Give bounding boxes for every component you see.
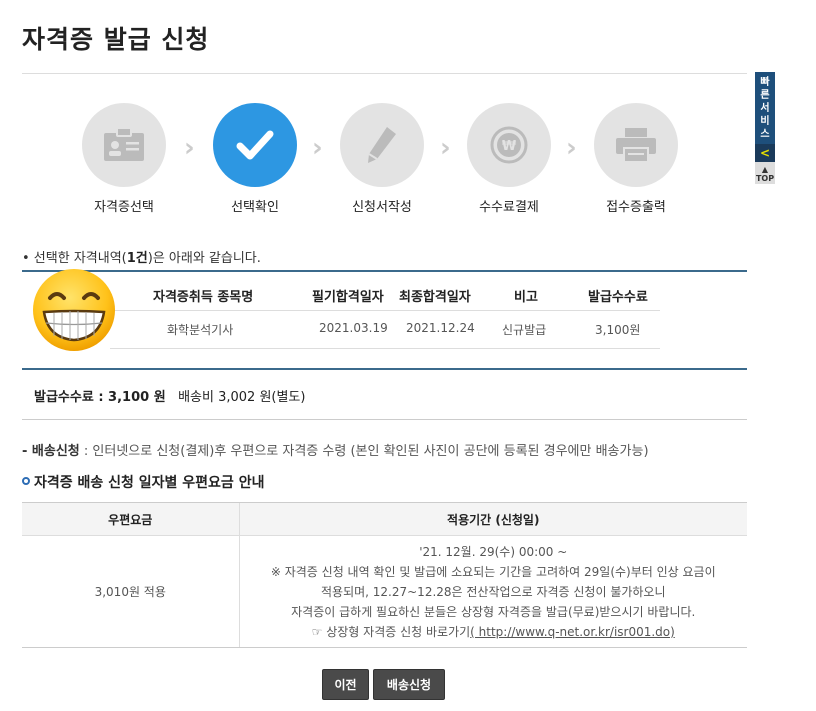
selection-summary: • 선택한 자격내역(1건)은 아래와 같습니다. (22, 247, 261, 266)
step-2: 선택확인 (213, 103, 297, 215)
pencil-icon (340, 103, 424, 187)
checkmark-icon (213, 103, 297, 187)
step-label: 신청서작성 (352, 200, 412, 215)
section-title: 자격증 배송 신청 일자별 우편요금 안내 (22, 472, 264, 492)
summary-prefix: • 선택한 자격내역( (22, 251, 127, 266)
fee-summary: 발급수수료 : 3,100 원 배송비 3,002 원(별도) (34, 386, 305, 405)
delivery-text: : 인터넷으로 신청(결제)후 우편으로 자격증 수령 (본인 확인된 사진이 … (79, 444, 649, 459)
fee-cell: 3,100원 (595, 323, 641, 337)
grinning-emoji-icon (33, 269, 115, 351)
delivery-label: - 배송신청 (22, 444, 80, 459)
title-divider (22, 73, 747, 74)
fee-label: 발급수수료 : 3,100 원 (34, 390, 166, 405)
step-label: 자격증선택 (94, 200, 154, 215)
period-line: 자격증이 급하게 필요하신 분들은 상장형 자격증을 발급(무료)받으시기 바랍… (291, 604, 696, 619)
header-period: 적용기간 (신청일) (238, 502, 747, 536)
header-cert-name: 자격증취득 종목명 (153, 290, 254, 305)
chevron-right-icon: › (566, 133, 577, 163)
step-1: 자격증선택 (82, 103, 166, 215)
delivery-apply-button[interactable]: 배송신청 (373, 669, 445, 700)
won-coin-icon: ₩ (467, 103, 551, 187)
prev-button[interactable]: 이전 (322, 669, 369, 700)
period-cell: '21. 12월. 29(수) 00:00 ~ ※ 자격증 신청 내역 확인 및… (238, 535, 748, 648)
step-5: 접수증출력 (594, 103, 678, 215)
link-line: ☞ 상장형 자격증 신청 바로가기( http://www.q-net.or.k… (240, 622, 748, 642)
step-3: 신청서작성 (340, 103, 424, 215)
header-postage: 우편요금 (22, 502, 239, 536)
period-line: 적용되며, 12.27~12.28은 전산작업으로 자격증 신청이 불가하오니 (320, 584, 666, 599)
final-date-cell: 2021.12.24 (406, 321, 475, 335)
header-final-date: 최종합격일자 (399, 290, 471, 305)
row-divider (110, 348, 660, 349)
printer-icon (594, 103, 678, 187)
header-written-date: 필기합격일자 (312, 290, 384, 305)
remark-cell: 신규발급 (502, 323, 547, 337)
step-label: 수수료결제 (479, 200, 539, 215)
written-date-cell: 2021.03.19 (319, 321, 388, 335)
chevron-right-icon: › (184, 133, 195, 163)
chevron-right-icon: › (440, 133, 451, 163)
shipping-fee: 배송비 3,002 원(별도) (178, 390, 306, 405)
selection-count: 1건 (126, 251, 148, 266)
quick-service-button[interactable]: 빠른서비스 (755, 72, 775, 144)
row-divider (110, 310, 660, 311)
top-label: TOP (755, 174, 775, 183)
quick-service-label: 빠른서비스 (760, 77, 770, 140)
link-prefix: ☞ 상장형 자격증 신청 바로가기 (311, 624, 471, 639)
step-label: 선택확인 (231, 200, 279, 215)
svg-text:₩: ₩ (502, 139, 517, 154)
header-fee: 발급수수료 (588, 290, 648, 305)
summary-suffix: )은 아래와 같습니다. (147, 251, 261, 266)
chevron-left-icon[interactable]: < (755, 144, 775, 162)
header-remark: 비고 (514, 290, 538, 305)
postage-value-cell: 3,010원 적용 (22, 535, 239, 648)
section-title-text: 자격증 배송 신청 일자별 우편요금 안내 (34, 475, 265, 491)
table-top-rule (22, 270, 747, 272)
step-label: 접수증출력 (606, 200, 666, 215)
id-card-icon (82, 103, 166, 187)
postage-rate-table: 우편요금 적용기간 (신청일) 3,010원 적용 '21. 12월. 29(수… (22, 502, 747, 648)
period-line: '21. 12월. 29(수) 00:00 ~ (419, 544, 568, 559)
certificate-link[interactable]: ( http://www.q-net.or.kr/isr001.do) (470, 625, 675, 639)
step-4: ₩ 수수료결제 (467, 103, 551, 215)
chevron-right-icon: › (312, 133, 323, 163)
delivery-note: - 배송신청 : 인터넷으로 신청(결제)후 우편으로 자격증 수령 (본인 확… (22, 440, 649, 459)
period-line: ※ 자격증 신청 내역 확인 및 발급에 소요되는 기간을 고려하여 29일(수… (270, 564, 716, 579)
bullet-icon (22, 477, 30, 485)
quick-service-panel: 빠른서비스 < ▲ TOP (755, 72, 775, 184)
table-bottom-rule (22, 368, 747, 370)
top-button[interactable]: ▲ TOP (755, 162, 775, 184)
page-title: 자격증 발급 신청 (22, 25, 210, 54)
divider (22, 419, 747, 420)
cert-name-cell: 화학분석기사 (167, 323, 234, 337)
